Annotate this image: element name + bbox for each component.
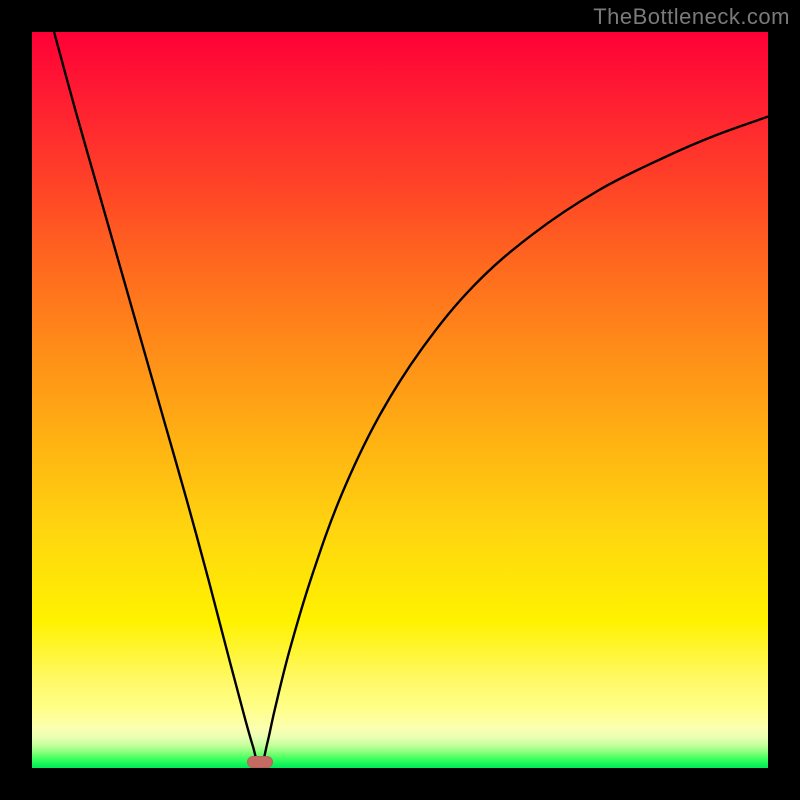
curve-layer bbox=[32, 32, 768, 768]
plot-area bbox=[32, 32, 768, 768]
bottleneck-curve bbox=[54, 32, 768, 768]
watermark-text: TheBottleneck.com bbox=[593, 4, 790, 30]
chart-frame: TheBottleneck.com bbox=[0, 0, 800, 800]
minimum-marker bbox=[247, 756, 273, 768]
